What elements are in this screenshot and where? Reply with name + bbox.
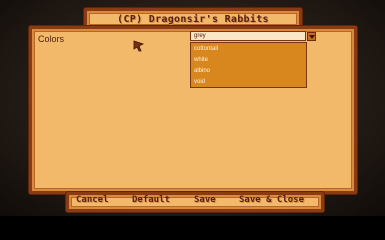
dropdown-selected-value: grey [194,33,206,39]
colors-label: Colors [38,34,65,44]
dropdown-option-list: cottontail white albino void [190,42,307,88]
option-void[interactable]: void [194,77,205,87]
option-cottontail[interactable]: cottontail [194,44,218,54]
save-button[interactable]: Save [194,194,216,206]
save-close-button[interactable]: Save & Close [239,194,304,206]
default-button[interactable]: Default [132,194,170,206]
mod-title: (CP) Dragonsir's Rabbits [117,13,269,25]
cancel-button[interactable]: Cancel [76,194,109,206]
dropdown-toggle-button[interactable] [307,32,316,41]
option-white[interactable]: white [194,55,208,65]
chevron-down-icon [309,35,315,39]
option-albino[interactable]: albino [194,66,210,76]
mouse-pointer-icon [133,40,145,52]
colors-dropdown[interactable]: grey [190,31,306,41]
